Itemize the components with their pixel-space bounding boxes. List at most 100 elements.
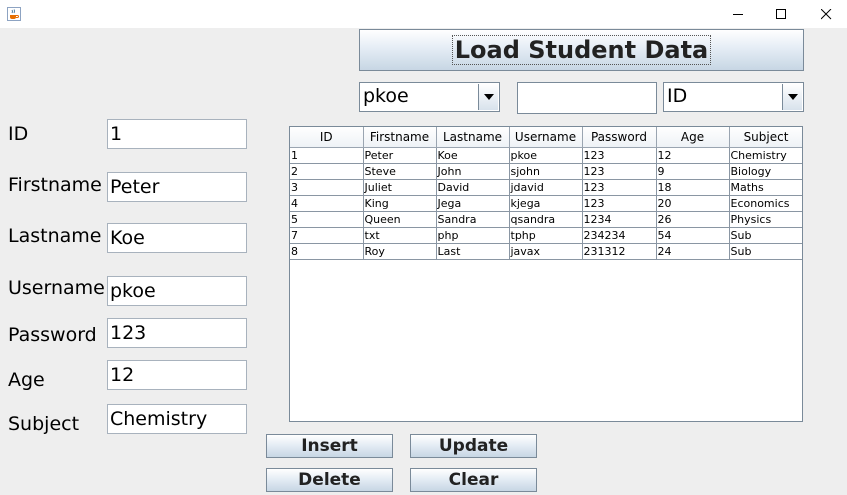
table-cell[interactable]: 4 — [290, 195, 364, 212]
table-cell[interactable]: 1 — [290, 147, 364, 164]
username-combobox[interactable]: pkoe — [359, 82, 500, 112]
java-cup-icon[interactable] — [7, 6, 21, 21]
table-cell[interactable]: Jega — [436, 195, 510, 212]
table-cell[interactable]: jdavid — [509, 179, 583, 196]
clear-button[interactable]: Clear — [410, 468, 537, 492]
column-header-lastname[interactable]: Lastname — [436, 127, 510, 148]
table-cell[interactable]: tphp — [509, 227, 583, 244]
table-cell[interactable]: 24 — [656, 243, 730, 260]
table-cell[interactable]: Biology — [729, 163, 802, 180]
chevron-down-icon[interactable] — [478, 84, 498, 110]
table-cell[interactable]: pkoe — [509, 147, 583, 164]
search-field-combo-value: ID — [667, 85, 688, 107]
table-cell[interactable]: David — [436, 179, 510, 196]
search-input[interactable] — [517, 82, 657, 114]
close-button[interactable] — [803, 0, 847, 28]
table-row[interactable]: 7 txt php tphp 234234 54 Sub — [290, 227, 802, 244]
username-combo-value: pkoe — [363, 85, 409, 107]
table-cell[interactable]: qsandra — [509, 211, 583, 228]
password-label: Password — [8, 324, 97, 346]
table-cell[interactable]: 26 — [656, 211, 730, 228]
username-label: Username — [8, 277, 105, 299]
table-cell[interactable]: Queen — [363, 211, 437, 228]
delete-button[interactable]: Delete — [266, 468, 393, 492]
maximize-button[interactable] — [758, 0, 804, 28]
table-cell[interactable]: Sandra — [436, 211, 510, 228]
age-label: Age — [8, 369, 45, 391]
table-cell[interactable]: Last — [436, 243, 510, 260]
load-student-data-button[interactable]: Load Student Data — [359, 29, 804, 71]
subject-label: Subject — [8, 413, 80, 435]
table-cell[interactable]: 5 — [290, 211, 364, 228]
table-cell[interactable]: 123 — [582, 163, 657, 180]
id-field[interactable]: 1 — [107, 119, 247, 149]
username-field[interactable]: pkoe — [107, 276, 247, 306]
table-cell[interactable]: 3 — [290, 179, 364, 196]
subject-field[interactable]: Chemistry — [107, 404, 247, 434]
column-header-age[interactable]: Age — [656, 127, 730, 148]
table-cell[interactable]: 2 — [290, 163, 364, 180]
table-cell[interactable]: sjohn — [509, 163, 583, 180]
table-cell[interactable]: 54 — [656, 227, 730, 244]
column-header-username[interactable]: Username — [509, 127, 583, 148]
age-field[interactable]: 12 — [107, 360, 247, 390]
table-header-row: ID Firstname Lastname Username Password … — [290, 127, 802, 148]
chevron-down-icon[interactable] — [782, 84, 802, 110]
table-cell[interactable]: Chemistry — [729, 147, 802, 164]
minimize-button[interactable] — [715, 0, 761, 28]
table-cell[interactable]: 18 — [656, 179, 730, 196]
window-titlebar — [0, 0, 847, 28]
id-label: ID — [8, 123, 29, 145]
table-cell[interactable]: txt — [363, 227, 437, 244]
insert-button[interactable]: Insert — [266, 434, 393, 458]
firstname-field[interactable]: Peter — [107, 172, 247, 202]
lastname-field[interactable]: Koe — [107, 223, 247, 253]
table-row[interactable]: 4 King Jega kjega 123 20 Economics — [290, 195, 802, 212]
minimize-icon — [732, 13, 743, 15]
column-header-password[interactable]: Password — [582, 127, 657, 148]
table-cell[interactable]: Roy — [363, 243, 437, 260]
table-cell[interactable]: 7 — [290, 227, 364, 244]
table-cell[interactable]: Sub — [729, 243, 802, 260]
students-table[interactable]: ID Firstname Lastname Username Password … — [289, 126, 803, 422]
table-cell[interactable]: 234234 — [582, 227, 657, 244]
table-cell[interactable]: Koe — [436, 147, 510, 164]
update-button[interactable]: Update — [410, 434, 537, 458]
table-cell[interactable]: Physics — [729, 211, 802, 228]
column-header-firstname[interactable]: Firstname — [363, 127, 437, 148]
table-row[interactable]: 5 Queen Sandra qsandra 1234 26 Physics — [290, 211, 802, 228]
maximize-icon — [775, 8, 786, 19]
load-button-label: Load Student Data — [451, 35, 712, 65]
column-header-subject[interactable]: Subject — [729, 127, 802, 148]
table-cell[interactable]: Juliet — [363, 179, 437, 196]
table-cell[interactable]: 231312 — [582, 243, 657, 260]
table-row[interactable]: 2 Steve John sjohn 123 9 Biology — [290, 163, 802, 180]
table-cell[interactable]: kjega — [509, 195, 583, 212]
table-cell[interactable]: 20 — [656, 195, 730, 212]
password-field[interactable]: 123 — [107, 318, 247, 348]
table-cell[interactable]: 123 — [582, 179, 657, 196]
table-row[interactable]: 8 Roy Last javax 231312 24 Sub — [290, 243, 802, 260]
table-cell[interactable]: King — [363, 195, 437, 212]
table-cell[interactable]: John — [436, 163, 510, 180]
table-cell[interactable]: Maths — [729, 179, 802, 196]
search-field-combobox[interactable]: ID — [663, 82, 804, 112]
close-icon — [820, 8, 831, 19]
table-row[interactable]: 3 Juliet David jdavid 123 18 Maths — [290, 179, 802, 196]
table-cell[interactable]: 8 — [290, 243, 364, 260]
table-row[interactable]: 1 Peter Koe pkoe 123 12 Chemistry — [290, 147, 802, 164]
table-cell[interactable]: Sub — [729, 227, 802, 244]
table-cell[interactable]: Peter — [363, 147, 437, 164]
table-cell[interactable]: 1234 — [582, 211, 657, 228]
table-cell[interactable]: 123 — [582, 147, 657, 164]
table-cell[interactable]: 123 — [582, 195, 657, 212]
table-cell[interactable]: php — [436, 227, 510, 244]
column-header-id[interactable]: ID — [290, 127, 364, 148]
table-cell[interactable]: 9 — [656, 163, 730, 180]
table-cell[interactable]: Economics — [729, 195, 802, 212]
table-cell[interactable]: Steve — [363, 163, 437, 180]
table-cell[interactable]: javax — [509, 243, 583, 260]
table-cell[interactable]: 12 — [656, 147, 730, 164]
lastname-label: Lastname — [8, 225, 102, 247]
firstname-label: Firstname — [8, 174, 102, 196]
